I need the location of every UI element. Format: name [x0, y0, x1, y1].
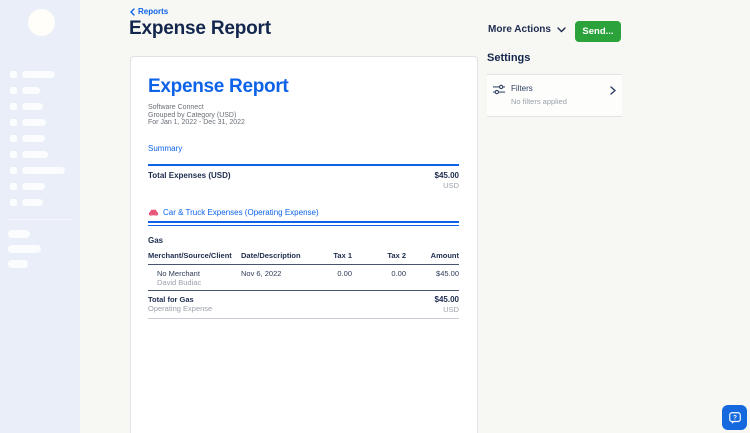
expense-table: Merchant/Source/Client Date/Description … — [148, 248, 459, 319]
col-tax2: Tax 2 — [387, 251, 406, 260]
nav-label-skeleton — [22, 166, 65, 174]
sidebar-item[interactable] — [0, 162, 80, 178]
settings-title: Settings — [487, 52, 531, 64]
summary-link[interactable]: Summary — [148, 144, 182, 153]
sidebar-divider — [8, 219, 72, 220]
summary-amount-value: $45.00 — [434, 171, 459, 180]
svg-text:?: ? — [733, 414, 737, 421]
sidebar-item[interactable] — [0, 82, 80, 98]
nav-icon — [10, 102, 17, 110]
summary-amount-currency: USD — [443, 181, 459, 190]
breadcrumb[interactable]: Reports — [130, 7, 168, 16]
sidebar-item[interactable] — [8, 241, 80, 256]
sidebar-item[interactable] — [0, 130, 80, 146]
more-actions-label: More Actions — [488, 24, 551, 35]
group-total-row: Total for Gas Operating Expense $45.00 U… — [148, 291, 459, 319]
sidebar-item[interactable] — [8, 226, 80, 241]
nav-icon — [10, 118, 17, 126]
report-title: Expense Report — [148, 76, 289, 97]
sidebar — [0, 0, 80, 433]
sidebar-item[interactable] — [0, 178, 80, 194]
sidebar-nav — [0, 66, 80, 210]
sidebar-secondary-nav — [8, 226, 80, 271]
nav-label-skeleton — [22, 118, 46, 126]
category-rule — [148, 221, 459, 226]
table-header-row: Merchant/Source/Client Date/Description … — [148, 248, 459, 265]
nav-label-skeleton — [22, 70, 55, 78]
filters-label: Filters — [511, 84, 533, 93]
more-actions-button[interactable]: More Actions — [488, 24, 566, 35]
cell-amount: $45.00 — [436, 269, 459, 278]
sidebar-item[interactable] — [0, 98, 80, 114]
send-button[interactable]: Send... — [575, 21, 621, 42]
help-chat-icon: ? — [728, 411, 741, 424]
expense-group-name: Gas — [148, 236, 164, 245]
sidebar-item[interactable] — [0, 114, 80, 130]
category-heading-label: Car & Truck Expenses (Operating Expense) — [163, 208, 319, 217]
group-total-sublabel: Operating Expense — [148, 304, 213, 313]
nav-label-skeleton — [22, 86, 40, 94]
report-meta: Software Connect Grouped by Category (US… — [148, 104, 459, 127]
group-total-value: $45.00 — [434, 295, 459, 304]
merchant-name: No Merchant — [157, 269, 200, 278]
group-total-title: Total for Gas — [148, 295, 194, 304]
nav-label-skeleton — [8, 259, 28, 268]
report-period: For Jan 1, 2022 - Dec 31, 2022 — [148, 119, 245, 126]
chevron-right-icon — [610, 86, 616, 95]
col-merchant: Merchant/Source/Client — [148, 251, 232, 260]
col-date: Date/Description — [241, 251, 301, 260]
summary-total-row: Total Expenses (USD) $45.00 USD — [148, 166, 459, 190]
nav-label-skeleton — [8, 244, 41, 253]
sidebar-item[interactable] — [0, 66, 80, 82]
nav-icon — [10, 166, 17, 174]
nav-icon — [10, 134, 17, 142]
cell-merchant: No Merchant David Budiac — [148, 269, 241, 287]
nav-icon — [10, 198, 17, 206]
expense-report-document: Expense Report Software Connect Grouped … — [130, 56, 478, 433]
sidebar-item[interactable] — [0, 146, 80, 162]
nav-label-skeleton — [22, 182, 45, 190]
help-button[interactable]: ? — [722, 405, 747, 430]
chevron-left-icon — [130, 7, 135, 16]
client-name: David Budiac — [157, 278, 202, 287]
page-title: Expense Report — [129, 18, 271, 39]
nav-icon — [10, 86, 17, 94]
cell-tax2: 0.00 — [391, 269, 406, 278]
category-heading-link[interactable]: Car & Truck Expenses (Operating Expense) — [148, 208, 459, 217]
cell-tax1: 0.00 — [337, 269, 352, 278]
nav-label-skeleton — [22, 150, 48, 158]
group-total-currency: USD — [443, 305, 459, 314]
app-logo[interactable] — [28, 9, 55, 36]
filters-icon — [493, 84, 505, 95]
nav-label-skeleton — [22, 102, 43, 110]
group-total-label: Total for Gas Operating Expense — [148, 295, 212, 314]
car-icon — [148, 209, 159, 216]
filters-row[interactable]: Filters No filters applied — [487, 74, 622, 117]
nav-icon — [10, 182, 17, 190]
summary-total-label: Total Expenses (USD) — [148, 171, 231, 180]
nav-icon — [10, 150, 17, 158]
table-row: No Merchant David Budiac Nov 6, 2022 0.0… — [148, 265, 459, 291]
col-tax1: Tax 1 — [333, 251, 352, 260]
col-amount: Amount — [430, 251, 459, 260]
filters-text: Filters No filters applied — [511, 84, 604, 106]
report-grouping: Grouped by Category (USD) — [148, 111, 237, 119]
group-total-amount: $45.00 USD — [435, 295, 459, 314]
nav-label-skeleton — [8, 229, 30, 238]
cell-date: Nov 6, 2022 — [241, 269, 282, 278]
nav-icon — [10, 70, 17, 78]
sidebar-item[interactable] — [8, 256, 80, 271]
sidebar-item[interactable] — [0, 194, 80, 210]
report-company: Software Connect — [148, 104, 204, 111]
nav-label-skeleton — [22, 134, 45, 142]
summary-total-amount: $45.00 USD — [435, 171, 459, 190]
nav-label-skeleton — [22, 198, 43, 206]
chevron-down-icon — [557, 26, 566, 32]
breadcrumb-label: Reports — [138, 7, 169, 16]
filters-status: No filters applied — [511, 97, 567, 106]
